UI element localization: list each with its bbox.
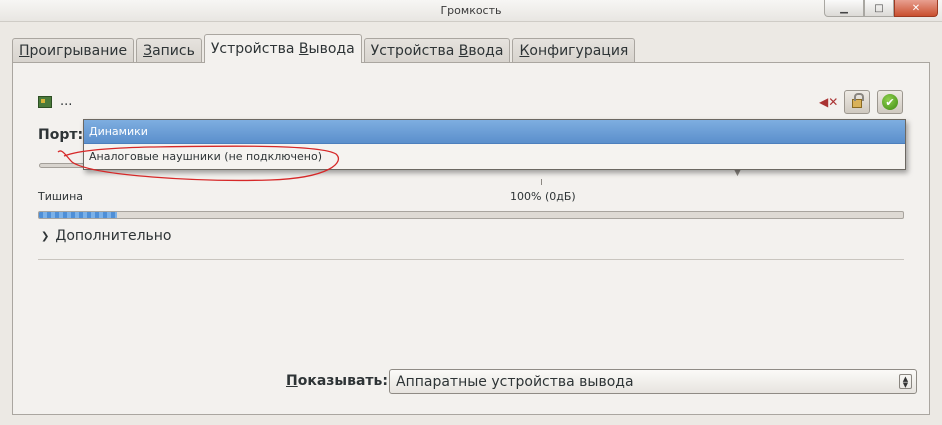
tab-recording[interactable]: Запись [136,38,202,63]
tab-bar: Проигрывание Запись Устройства Вывода Ус… [12,34,637,63]
port-option-headphones[interactable]: Аналоговые наушники (не подключено) [84,144,905,168]
tab-playback[interactable]: Проигрывание [12,38,135,63]
advanced-expander[interactable]: ❯ Дополнительно [41,228,172,244]
device-header: ... [38,94,72,109]
mnemonic-letter: К [519,43,530,59]
tab-label: Проигрывание [19,43,128,59]
lock-icon [852,93,864,108]
spinner-arrows-icon: ▲ ▼ [899,374,912,389]
title-bar: Громкость ▁ □ ✕ [0,0,942,22]
slider-marker-icon: ▼ [734,168,741,178]
port-option-label: Динамики [89,125,148,138]
show-select-value: Аппаратные устройства вывода [396,373,634,390]
maximize-icon: □ [874,2,884,14]
mnemonic-letter: П [19,43,30,59]
peak-meter-fill [39,212,117,218]
output-devices-panel: ... ◀✕ ✔ Порт: ▼ Тишина 100% (0дБ) ❯ Доп… [12,62,930,415]
minimize-icon: ▁ [840,2,848,14]
port-label: Порт: [38,127,84,143]
tab-label: Устройства Вывода [210,41,355,57]
advanced-label: Дополнительно [55,228,172,244]
lock-channels-button[interactable] [844,90,870,114]
device-name: ... [60,94,73,109]
volume-min-label: Тишина [38,190,84,203]
close-button[interactable]: ✕ [894,0,938,17]
show-label-rest: оказывать: [297,373,388,389]
peak-meter [38,211,904,219]
show-select[interactable]: Аппаратные устройства вывода ▲ ▼ [389,369,917,394]
chevron-right-icon: ❯ [41,230,50,242]
close-icon: ✕ [911,2,921,14]
tab-input-devices[interactable]: Устройства Ввода [363,38,511,63]
window-title: Громкость [440,4,502,17]
set-default-button[interactable]: ✔ [877,90,903,114]
show-label-mnemonic: П [286,373,298,389]
volume-100-mark [541,179,542,185]
separator [38,259,904,260]
maximize-button[interactable]: □ [864,0,894,17]
checkmark-icon: ✔ [882,94,898,110]
mnemonic-letter: В [298,41,309,57]
port-dropdown[interactable]: Динамики Аналоговые наушники (не подключ… [83,119,906,170]
tab-output-devices[interactable]: Устройства Вывода [203,34,362,63]
sound-card-icon [38,95,52,108]
mnemonic-letter: З [143,43,153,59]
tab-configuration[interactable]: Конфигурация [512,38,636,63]
show-label: Показывать: [286,373,388,389]
mute-icon[interactable]: ◀✕ [819,95,838,109]
tab-label: Конфигурация [519,43,629,59]
minimize-button[interactable]: ▁ [824,0,864,17]
tab-label: Устройства Ввода [370,43,504,59]
port-option-label: Аналоговые наушники (не подключено) [89,149,322,163]
tab-label: Запись [143,43,195,59]
mnemonic-letter: В [458,43,469,59]
volume-100-label: 100% (0дБ) [510,190,576,203]
port-option-speakers[interactable]: Динамики [84,120,905,144]
